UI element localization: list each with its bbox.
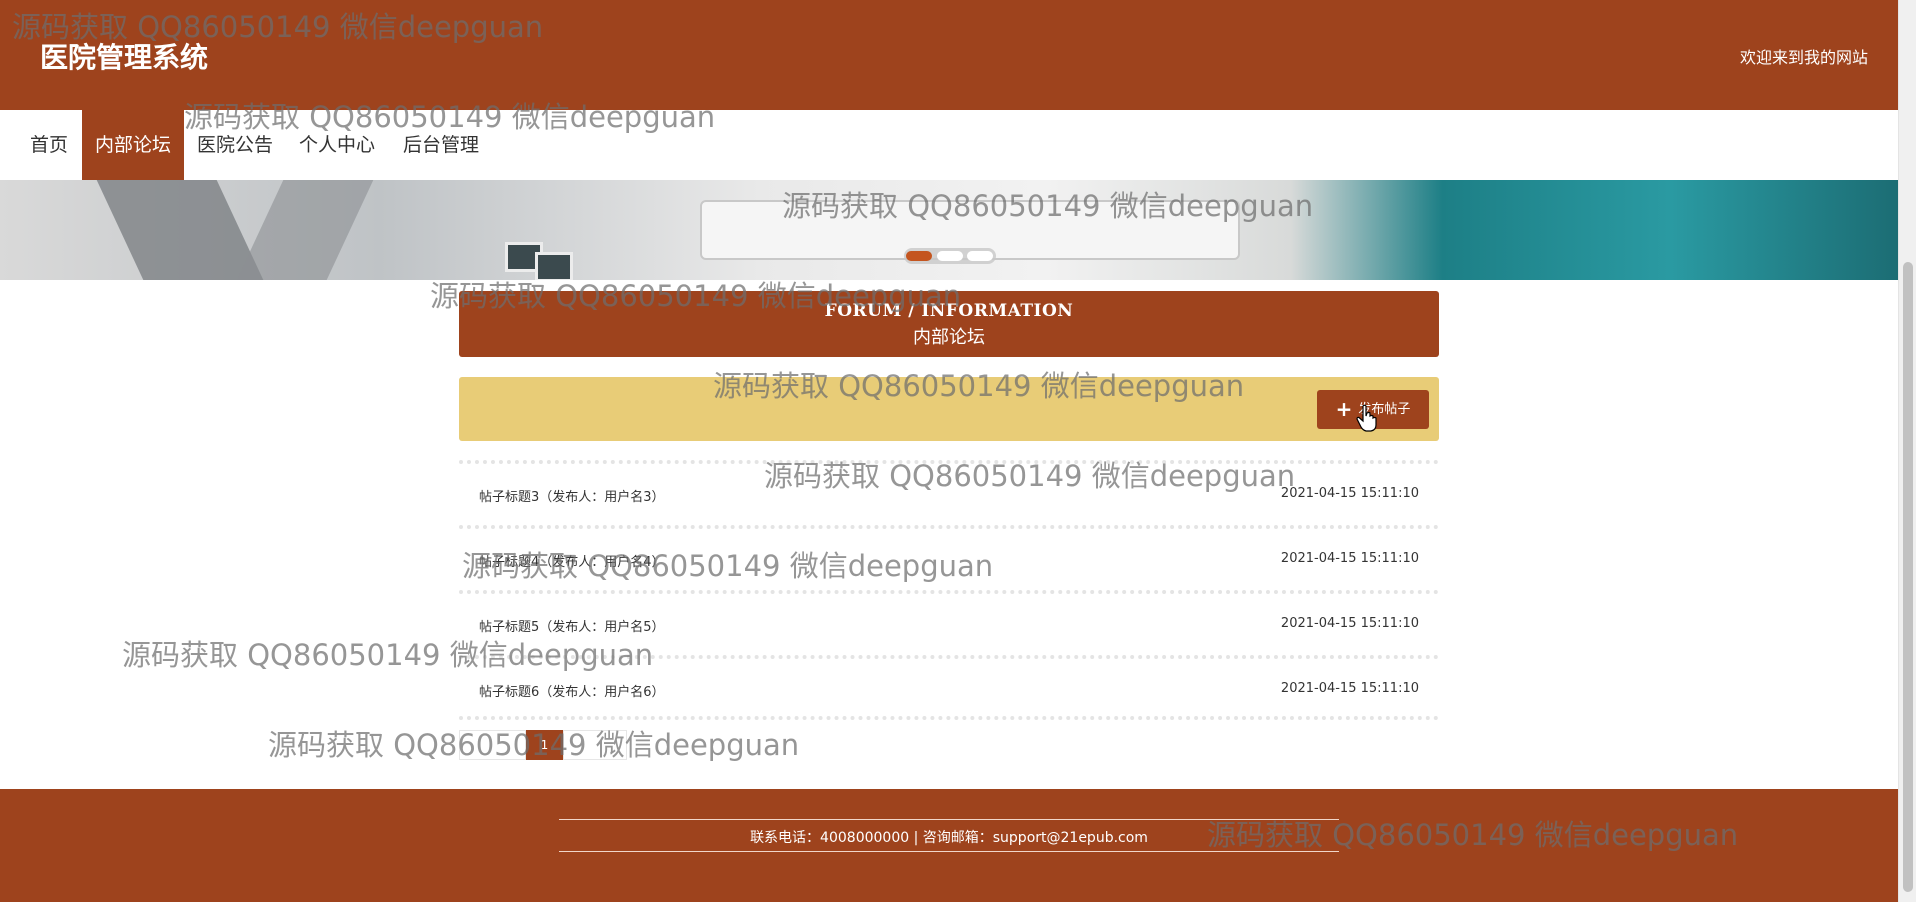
post-time: 2021-04-15 15:11:10 <box>1280 486 1419 501</box>
footer-divider <box>559 851 1339 852</box>
nav-item-personal-center[interactable]: 个人中心 <box>292 110 382 180</box>
footer-divider <box>559 819 1339 820</box>
post-title[interactable]: 帖子标题6（发布人：用户名6） <box>479 681 665 700</box>
list-item[interactable]: 帖子标题3（发布人：用户名3） 2021-04-15 15:11:10 <box>459 460 1439 525</box>
hand-cursor-icon <box>1356 404 1377 432</box>
prev-page-button[interactable] <box>459 730 526 760</box>
post-title[interactable]: 帖子标题5（发布人：用户名5） <box>479 616 665 635</box>
forum-heading: FORUM / INFORMATION 内部论坛 <box>459 291 1439 357</box>
carousel-indicators <box>904 248 996 264</box>
next-page-button[interactable] <box>563 730 627 760</box>
footer: 联系电话：4008000000 | 咨询邮箱：support@21epub.co… <box>0 789 1898 902</box>
hero-banner <box>0 180 1898 280</box>
scrollbar-thumb[interactable] <box>1903 262 1913 892</box>
header: 医院管理系统 欢迎来到我的网站 <box>0 0 1898 110</box>
footer-contact: 联系电话：4008000000 | 咨询邮箱：support@21epub.co… <box>750 830 1148 846</box>
forum-heading-cn: 内部论坛 <box>913 327 985 348</box>
forum-heading-en: FORUM / INFORMATION <box>824 301 1074 321</box>
list-item[interactable]: 帖子标题4（发布人：用户名4） 2021-04-15 15:11:10 <box>459 525 1439 590</box>
banner-monitor <box>535 252 573 280</box>
post-time: 2021-04-15 15:11:10 <box>1280 551 1419 566</box>
post-title[interactable]: 帖子标题4（发布人：用户名4） <box>479 551 665 570</box>
nav-item-announcements[interactable]: 医院公告 <box>190 110 280 180</box>
list-item[interactable]: 帖子标题5（发布人：用户名5） 2021-04-15 15:11:10 <box>459 590 1439 655</box>
list-item[interactable]: 帖子标题6（发布人：用户名6） 2021-04-15 15:11:10 <box>459 655 1439 720</box>
post-time: 2021-04-15 15:11:10 <box>1280 616 1419 631</box>
post-list: 帖子标题3（发布人：用户名3） 2021-04-15 15:11:10 帖子标题… <box>459 460 1439 720</box>
carousel-dot-2[interactable] <box>937 251 963 261</box>
carousel-dot-3[interactable] <box>967 251 993 261</box>
forum-toolbar: + 发布帖子 <box>459 377 1439 441</box>
plus-icon: + <box>1335 397 1353 421</box>
nav-item-admin[interactable]: 后台管理 <box>396 110 486 180</box>
nav-item-home[interactable]: 首页 <box>18 110 80 180</box>
post-title[interactable]: 帖子标题3（发布人：用户名3） <box>479 486 665 505</box>
banner-decoration <box>236 180 374 280</box>
main-nav: 首页 内部论坛 医院公告 个人中心 后台管理 <box>0 110 1898 180</box>
welcome-text: 欢迎来到我的网站 <box>1739 48 1868 67</box>
banner-decoration <box>96 180 264 280</box>
vertical-scrollbar[interactable] <box>1898 0 1916 902</box>
nav-item-forum[interactable]: 内部论坛 <box>82 110 184 180</box>
site-title[interactable]: 医院管理系统 <box>40 36 208 76</box>
post-time: 2021-04-15 15:11:10 <box>1280 681 1419 696</box>
page-number-current[interactable]: 1 <box>526 730 563 760</box>
carousel-dot-1[interactable] <box>906 251 932 261</box>
